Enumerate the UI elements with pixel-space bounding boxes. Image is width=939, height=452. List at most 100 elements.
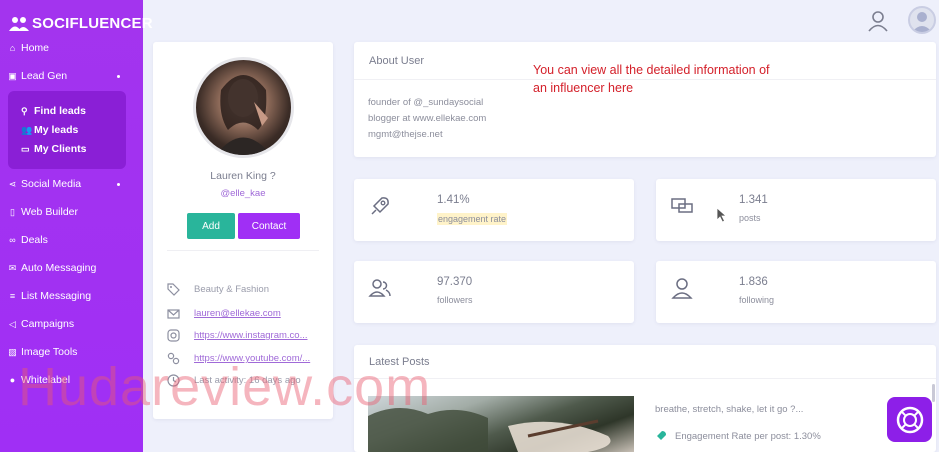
instagram-link[interactable]: https://www.instagram.co...	[194, 330, 308, 341]
scrollbar-thumb[interactable]	[932, 384, 935, 402]
youtube-row[interactable]: https://www.youtube.com/...	[167, 352, 310, 365]
sidebar-item-label: Whitelabel	[21, 374, 71, 386]
envelope-icon: ✉	[8, 262, 17, 273]
sidebar-item-my-clients[interactable]: ▭ My Clients	[21, 143, 87, 155]
sidebar-item-label: Home	[21, 42, 50, 54]
book-icon: ▯	[10, 206, 15, 217]
briefcase-icon: ▣	[8, 70, 17, 81]
sidebar-item-image-tools[interactable]: ▨ Image Tools	[7, 346, 77, 358]
engagement-stat-card: 1.41% engagement rate	[354, 179, 634, 241]
sidebar-item-label: Web Builder	[21, 206, 79, 218]
annotation-line: You can view all the detailed informatio…	[533, 63, 770, 77]
handshake-icon: ∞	[9, 235, 16, 245]
sidebar-item-auto-messaging[interactable]: ✉ Auto Messaging	[7, 262, 97, 274]
influencer-handle[interactable]: @elle_kae	[153, 188, 333, 199]
portrait-illustration	[216, 75, 271, 155]
users-icon	[368, 279, 391, 297]
posts-stat-card: 1.341 posts	[656, 179, 936, 241]
sidebar-item-label: My leads	[34, 124, 79, 136]
add-button[interactable]: Add	[187, 213, 235, 239]
annotation-text: You can view all the detailed informatio…	[533, 61, 803, 97]
following-label: following	[739, 295, 775, 305]
user-profile-icon[interactable]	[867, 10, 889, 32]
briefcase-icon: ▭	[21, 143, 30, 154]
sidebar: SOCIFLUENCER ⌂ Home ▣ Lead Gen ⚲ Find le…	[0, 0, 153, 452]
annotation-line: an influencer here	[533, 81, 634, 95]
contact-button[interactable]: Contact	[238, 213, 300, 239]
bio-line: blogger at www.ellekae.com	[368, 113, 487, 124]
logo[interactable]: SOCIFLUENCER	[9, 15, 153, 32]
divider	[167, 250, 319, 251]
sidebar-item-lead-gen[interactable]: ▣ Lead Gen	[7, 70, 135, 82]
avatar-silhouette-icon	[912, 12, 932, 32]
envelope-icon	[167, 309, 180, 319]
question-icon	[896, 406, 923, 433]
link-icon	[167, 352, 180, 365]
sidebar-item-home[interactable]: ⌂ Home	[7, 42, 49, 54]
influencer-name: Lauren King ?	[210, 170, 276, 182]
expand-dot-icon	[117, 182, 120, 186]
sidebar-item-label: Auto Messaging	[21, 262, 97, 274]
sidebar-item-label: Social Media	[21, 178, 82, 190]
sidebar-item-my-leads[interactable]: 👥 My leads	[21, 124, 78, 136]
about-title: About User	[369, 55, 425, 67]
bio-line: founder of @_sundaysocial	[368, 97, 484, 108]
sidebar-item-label: Find leads	[34, 105, 86, 117]
email-link[interactable]: lauren@ellekae.com	[194, 308, 281, 319]
rocket-icon	[656, 431, 666, 441]
clock-icon	[167, 374, 180, 387]
latest-posts-title: Latest Posts	[369, 356, 430, 368]
list-icon: ≡	[9, 291, 16, 301]
followers-label: followers	[437, 295, 473, 305]
sidebar-item-deals[interactable]: ∞ Deals	[7, 234, 48, 246]
influencer-photo	[193, 57, 294, 158]
sidebar-item-whitelabel[interactable]: ● Whitelabel	[7, 374, 70, 386]
followers-stat-card: 97.370 followers	[354, 261, 634, 323]
category-text: Beauty & Fashion	[194, 284, 269, 295]
mouse-cursor-icon	[716, 207, 728, 223]
sidebar-item-list-messaging[interactable]: ≡ List Messaging	[7, 290, 91, 302]
share-icon: ⋖	[8, 178, 17, 189]
sidebar-item-social-media[interactable]: ⋖ Social Media	[7, 178, 135, 190]
expand-dot-icon	[117, 74, 120, 78]
profile-card: Lauren King ? @elle_kae Add Contact Beau…	[153, 42, 333, 419]
sidebar-item-label: List Messaging	[21, 290, 92, 302]
category-row: Beauty & Fashion	[167, 283, 269, 296]
logo-text: SOCIFLUENCER	[32, 15, 153, 32]
instagram-row[interactable]: https://www.instagram.co...	[167, 329, 308, 342]
latest-posts-card: Latest Posts breathe, stretch, shake, le…	[354, 345, 936, 452]
followers-value: 97.370	[437, 276, 473, 288]
sidebar-item-label: My Clients	[34, 143, 87, 155]
email-row[interactable]: lauren@ellekae.com	[167, 307, 281, 320]
post-engagement: Engagement Rate per post: 1.30%	[655, 430, 821, 442]
youtube-link[interactable]: https://www.youtube.com/...	[194, 353, 310, 364]
post-engagement-text: Engagement Rate per post: 1.30%	[675, 430, 821, 442]
user-avatar[interactable]	[908, 6, 936, 34]
last-activity-row: Last activity: 16 days ago	[167, 374, 301, 387]
post-photo-illustration	[368, 407, 611, 452]
sidebar-item-label: Deals	[21, 234, 48, 246]
check-circle-icon: ●	[9, 375, 16, 385]
lead-gen-submenu: ⚲ Find leads 👥 My leads ▭ My Clients	[8, 91, 126, 169]
divider	[354, 378, 936, 379]
home-icon: ⌂	[9, 43, 16, 53]
post-caption: breathe, stretch, shake, let it go ?...	[655, 404, 804, 415]
tag-icon	[167, 283, 180, 296]
posts-value: 1.341	[739, 194, 768, 206]
sidebar-item-label: Image Tools	[21, 346, 78, 358]
image-icon: ▨	[8, 346, 17, 357]
users-logo-icon	[9, 16, 29, 31]
sidebar-item-find-leads[interactable]: ⚲ Find leads	[21, 105, 86, 117]
engagement-label: engagement rate	[437, 213, 508, 225]
engagement-value: 1.41%	[437, 194, 470, 206]
following-value: 1.836	[739, 276, 768, 288]
bio-line: mgmt@thejse.net	[368, 129, 443, 140]
user-icon	[671, 278, 693, 299]
post-image[interactable]	[368, 396, 634, 452]
sidebar-item-campaigns[interactable]: ◁ Campaigns	[7, 318, 74, 330]
instagram-icon	[167, 329, 180, 342]
sidebar-item-web-builder[interactable]: ▯ Web Builder	[7, 206, 78, 218]
rocket-icon	[371, 197, 389, 215]
sidebar-item-label: Campaigns	[21, 318, 75, 330]
help-button[interactable]	[887, 397, 932, 442]
